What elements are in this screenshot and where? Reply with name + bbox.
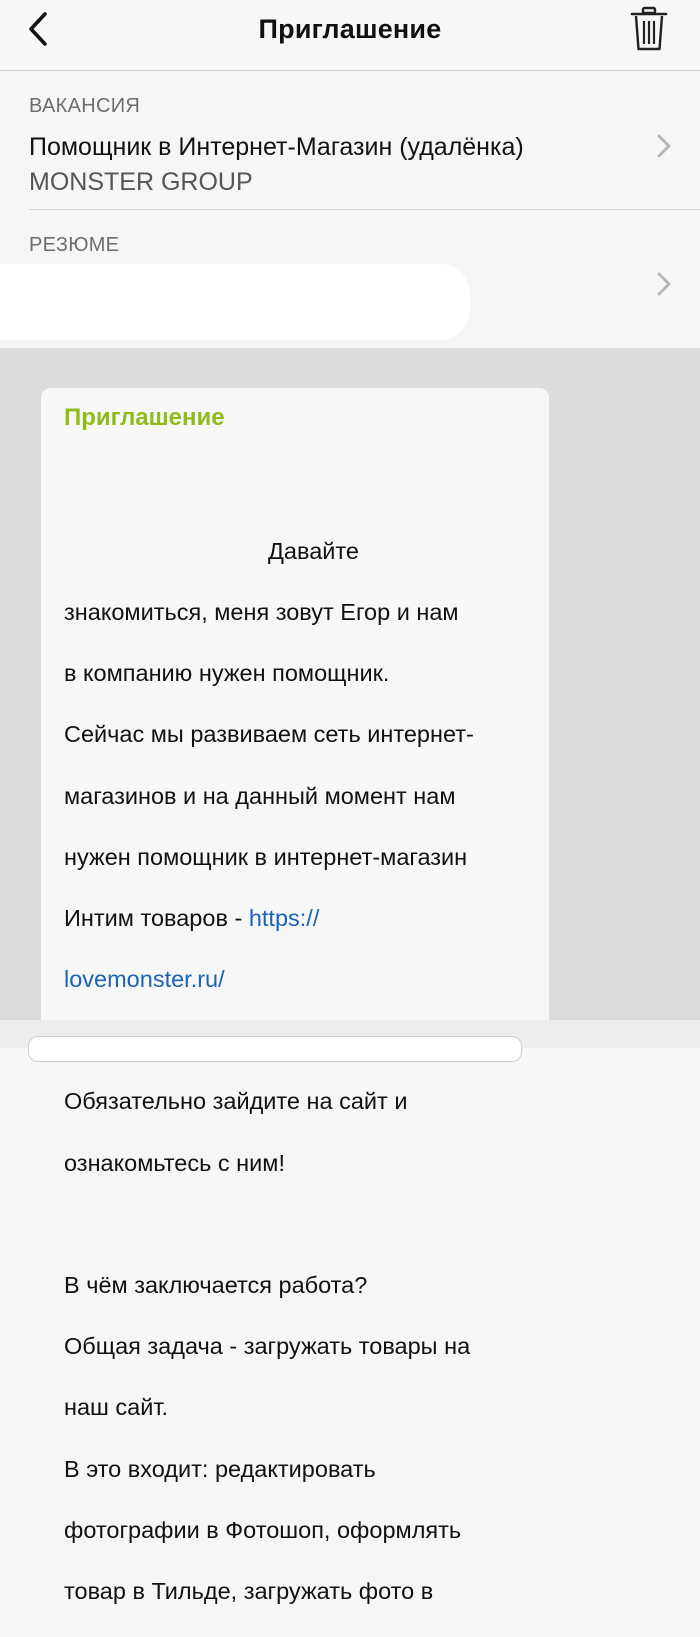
message-line: товар в Тильде, загружать фото в (64, 1577, 434, 1604)
message-line: В это входит: редактировать (64, 1455, 376, 1482)
redacted-name (243, 440, 423, 474)
message-title: Приглашение (64, 404, 225, 431)
message-area: Приглашение Здравствуйте, Давайте знаком… (0, 348, 700, 1604)
message-line-text: Интим товаров - (64, 904, 249, 931)
message-line: фотографии в Фотошоп, оформлять (64, 1516, 462, 1543)
divider (29, 209, 700, 210)
resume-label: РЕЗЮМЕ (29, 234, 120, 256)
message-line: lovemonster.ru/ (64, 964, 534, 995)
delete-button[interactable] (628, 5, 670, 53)
message-line (64, 1209, 534, 1240)
message-line: магазинов и на данный момент нам (64, 782, 456, 809)
message-bubble: Приглашение Здравствуйте, Давайте знаком… (41, 388, 549, 1604)
redacted-resume-name (0, 264, 470, 340)
website-link[interactable]: lovemonster.ru/ (64, 966, 225, 992)
vacancy-company: MONSTER GROUP (29, 168, 253, 196)
chevron-right-icon (657, 272, 671, 296)
resume-row[interactable] (0, 256, 700, 348)
message-line: Общая задача - загружать товары на (64, 1333, 471, 1360)
vacancy-label: ВАКАНСИЯ (29, 95, 141, 117)
message-line: знакомиться, меня зовут Егор и нам (64, 598, 459, 625)
chevron-right-icon (657, 134, 671, 158)
message-line: наш сайт. (64, 1394, 169, 1421)
website-link[interactable]: https:// (249, 905, 320, 931)
message-line: Интим товаров - https:// (64, 903, 534, 934)
trash-icon (630, 6, 668, 51)
invitation-info: ВАКАНСИЯ Помощник в Интернет-Магазин (уд… (0, 71, 700, 348)
vacancy-row[interactable]: Помощник в Интернет-Магазин (удалёнка) M… (0, 121, 700, 209)
message-line: нужен помощник в интернет-магазин (64, 843, 468, 870)
redacted-name (61, 473, 261, 505)
message-line: ознакомьтесь с ним! (64, 1149, 285, 1176)
navigation-bar: Приглашение (0, 0, 700, 71)
vacancy-title: Помощник в Интернет-Магазин (удалёнка) (29, 133, 524, 161)
message-line: В чём заключается работа? (64, 1272, 368, 1299)
page-title: Приглашение (258, 14, 442, 44)
message-line: Обязательно зайдите на сайт и (64, 1088, 408, 1115)
message-input[interactable] (28, 1036, 522, 1062)
message-line: в компанию нужен помощник. (64, 660, 390, 687)
message-line: Давайте (268, 537, 359, 564)
message-line: Сейчас мы развиваем сеть интернет- (64, 721, 474, 748)
